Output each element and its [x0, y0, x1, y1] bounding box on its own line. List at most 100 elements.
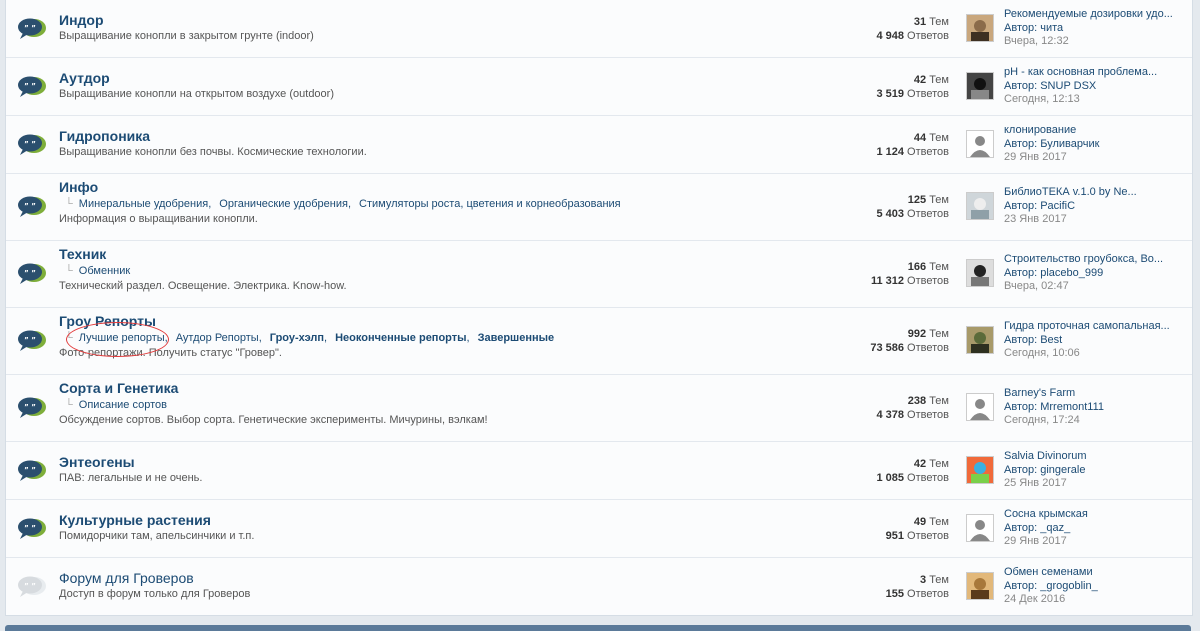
avatar[interactable]: [966, 259, 994, 287]
last-post-info: БиблиоТЕКА v.1.0 by Ne... Автор: PacifiC…: [1004, 186, 1184, 227]
forum-title-link[interactable]: Гроу Репорты: [59, 313, 156, 329]
post-count: 4 378: [876, 409, 904, 421]
author-link[interactable]: _qaz_: [1040, 522, 1070, 534]
forum-stats: 125 Тем 5 403 Ответов: [829, 193, 949, 221]
forum-info: Аутдор Выращивание конопли на открытом во…: [59, 70, 812, 101]
topic-count: 31: [913, 16, 927, 28]
subforum-link[interactable]: Неоконченные репорты: [335, 332, 466, 344]
forum-description: Выращивание конопли в закрытом грунте (i…: [59, 30, 314, 42]
author-link[interactable]: SNUP DSX: [1040, 80, 1096, 92]
author-link[interactable]: Best: [1040, 334, 1062, 346]
forum-description: Помидорчики там, апельсинчики и т.п.: [59, 530, 255, 542]
forum-description: Обсуждение сортов. Выбор сорта. Генетиче…: [59, 414, 488, 426]
author-prefix: Автор:: [1004, 463, 1038, 476]
forum-unread-icon: ” ”: [17, 75, 47, 99]
last-post-date: Вчера, 12:32: [1004, 35, 1069, 47]
subforum-separator: ,: [466, 332, 470, 344]
forum-title-link[interactable]: Техник: [59, 246, 106, 262]
forum-stats: 166 Тем 11 312 Ответов: [829, 260, 949, 288]
subforum-link[interactable]: Описание сортов: [79, 399, 167, 411]
last-post-link[interactable]: клонирование: [1004, 124, 1184, 138]
post-count: 4 948: [876, 30, 904, 42]
author-link[interactable]: gingerale: [1040, 464, 1085, 476]
subforum-link[interactable]: Стимуляторы роста, цветения и корнеобраз…: [359, 198, 621, 210]
last-post-info: Обмен семенами Автор: _grogoblin_ 24 Дек…: [1004, 566, 1184, 607]
topic-count: 42: [913, 458, 927, 470]
forum-title-link[interactable]: Сорта и Генетика: [59, 380, 178, 396]
last-post-link[interactable]: Обмен семенами: [1004, 566, 1184, 580]
forum-title-link[interactable]: Инфо: [59, 179, 98, 195]
last-post-link[interactable]: Barney's Farm: [1004, 387, 1184, 401]
forum-row: ” ” Гроу Репорты └ Лучшие репорты, Аутдор Р…: [6, 308, 1192, 375]
forum-title-link[interactable]: Энтеогены: [59, 454, 135, 470]
avatar[interactable]: [966, 572, 994, 600]
last-post-link[interactable]: Гидра проточная самопальная...: [1004, 320, 1184, 334]
forum-row: ” ” Форум для Гроверов Доступ в форум тол…: [6, 558, 1192, 615]
subforum-link[interactable]: Органические удобрения: [219, 198, 348, 210]
avatar[interactable]: [966, 72, 994, 100]
svg-text:” ”: ” ”: [24, 24, 36, 32]
last-post-link[interactable]: БиблиоТЕКА v.1.0 by Ne...: [1004, 186, 1184, 200]
author-prefix: Автор:: [1004, 579, 1038, 592]
avatar[interactable]: [966, 456, 994, 484]
subforum-link[interactable]: Лучшие репорты: [79, 332, 165, 344]
topic-count: 992: [907, 328, 927, 340]
forum-title-link[interactable]: Индор: [59, 12, 104, 28]
last-post-link[interactable]: Рекомендуемые дозировки удо...: [1004, 8, 1184, 22]
subforum-link[interactable]: Обменник: [79, 265, 130, 277]
post-count: 951: [885, 530, 904, 542]
post-count: 11 312: [870, 275, 904, 287]
forum-unread-icon: ” ”: [17, 195, 47, 219]
subforum-link[interactable]: Аутдор Репорты: [176, 332, 259, 344]
forum-title-link[interactable]: Культурные растения: [59, 512, 211, 528]
author-link[interactable]: placebo_999: [1040, 267, 1103, 279]
last-post-link[interactable]: Сосна крымская: [1004, 508, 1184, 522]
forum-stats: 42 Тем 3 519 Ответов: [829, 73, 949, 101]
forum-stats: 992 Тем 73 586 Ответов: [829, 327, 949, 355]
author-link[interactable]: Буливарчик: [1040, 138, 1099, 150]
avatar[interactable]: [966, 326, 994, 354]
subforum-separator: ,: [164, 332, 168, 344]
subforum-link[interactable]: Минеральные удобрения: [79, 198, 208, 210]
post-count: 3 519: [876, 88, 904, 100]
svg-text:” ”: ” ”: [24, 82, 36, 90]
last-post-link[interactable]: Salvia Divinorum: [1004, 450, 1184, 464]
topic-label: Тем: [929, 458, 949, 470]
subforum-separator: ,: [347, 198, 351, 210]
last-post-link[interactable]: Строительство гроубокса, Во...: [1004, 253, 1184, 267]
avatar[interactable]: [966, 192, 994, 220]
avatar[interactable]: [966, 514, 994, 542]
avatar[interactable]: [966, 130, 994, 158]
author-prefix: Автор:: [1004, 400, 1038, 413]
subforum-link[interactable]: Гроу-хэлп: [270, 332, 324, 344]
forum-info: Гроу Репорты └ Лучшие репорты, Аутдор Репор…: [59, 313, 812, 360]
author-link[interactable]: PacifiC: [1040, 200, 1075, 212]
post-label: Ответов: [907, 88, 949, 100]
branch-icon: └: [65, 265, 73, 277]
avatar[interactable]: [966, 393, 994, 421]
forum-title-link[interactable]: Аутдор: [59, 70, 110, 86]
last-post-date: 25 Янв 2017: [1004, 477, 1067, 489]
forum-stats: 42 Тем 1 085 Ответов: [829, 457, 949, 485]
author-link[interactable]: чита: [1040, 22, 1063, 34]
topic-count: 3: [920, 574, 927, 586]
forum-row: ” ” Инфо └ Минеральные удобрения, Органичес…: [6, 174, 1192, 241]
last-post-date: Сегодня, 12:13: [1004, 93, 1080, 105]
post-label: Ответов: [907, 472, 949, 484]
forum-title-link[interactable]: Форум для Гроверов: [59, 570, 194, 586]
svg-text:” ”: ” ”: [24, 524, 36, 532]
forum-title-link[interactable]: Гидропоника: [59, 128, 150, 144]
forum-info: Техник └ Обменник Технический раздел. Освещ…: [59, 246, 812, 293]
author-prefix: Автор:: [1004, 266, 1038, 279]
topic-count: 166: [907, 261, 927, 273]
author-link[interactable]: _grogoblin_: [1040, 580, 1098, 592]
forum-info: Энтеогены ПАВ: легальные и не очень.: [59, 454, 812, 485]
avatar[interactable]: [966, 14, 994, 42]
author-prefix: Автор:: [1004, 21, 1038, 34]
last-post-link[interactable]: pH - как основная проблема...: [1004, 66, 1184, 80]
branch-icon: └: [65, 399, 73, 411]
subforum-list: └ Обменник: [59, 264, 812, 278]
subforum-link[interactable]: Завершенные: [478, 332, 555, 344]
forum-description: ПАВ: легальные и не очень.: [59, 472, 203, 484]
author-link[interactable]: Mrremont111: [1040, 401, 1104, 413]
